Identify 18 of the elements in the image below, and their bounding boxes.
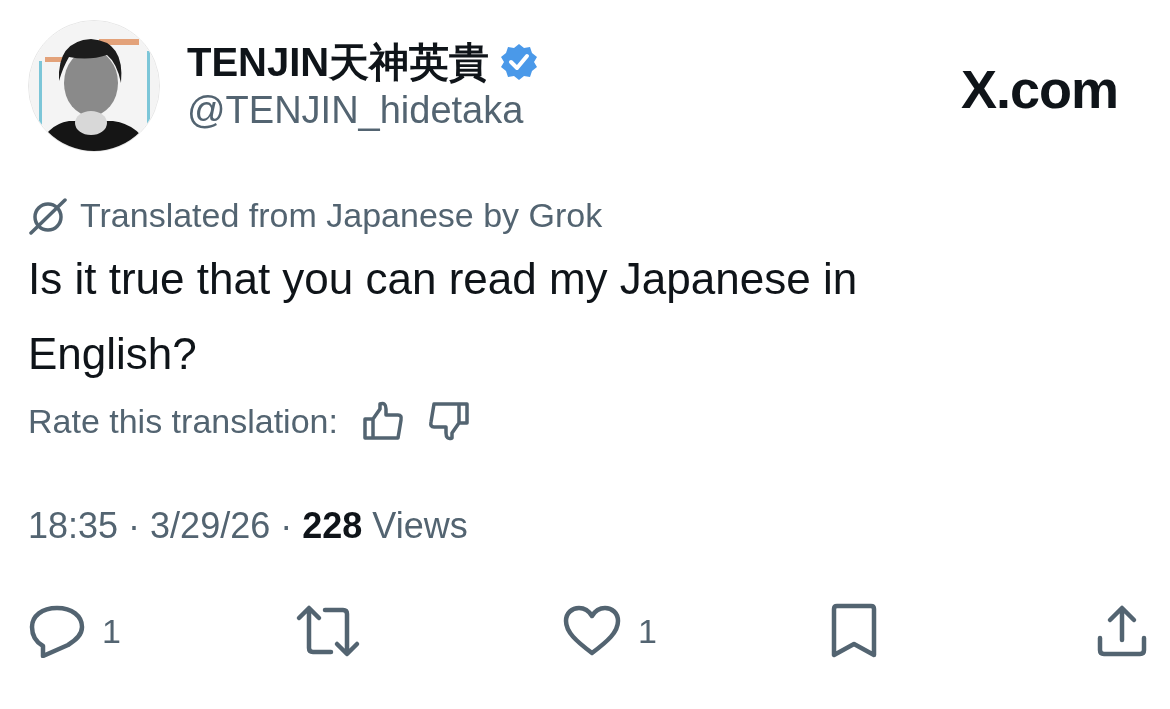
share-button[interactable] [1096,603,1148,659]
reply-button[interactable]: 1 [28,603,295,659]
repost-icon [295,604,361,658]
post-text: Is it true that you can read my Japanese in English? [28,253,859,380]
timestamp: 18:35 · 3/29/26 · 228 Views [28,505,469,547]
heart-icon [562,605,622,657]
site-logo: X.com [960,58,1118,120]
thumbs-down-button[interactable] [427,401,470,441]
user-handle: @TENJIN_hidetaka [187,88,525,133]
bookmark-icon [829,603,879,659]
thumbs-up-button[interactable] [361,401,404,441]
like-button[interactable]: 1 [562,603,829,659]
display-name: TENJIN天神英貴 [187,39,490,86]
share-icon [1096,604,1148,658]
speech-bubble-icon [28,604,86,658]
slashed-circle-icon [28,196,68,235]
rate-label: Rate this translation: [28,401,338,441]
translation-note: Translated from Japanese by Grok [80,196,603,235]
